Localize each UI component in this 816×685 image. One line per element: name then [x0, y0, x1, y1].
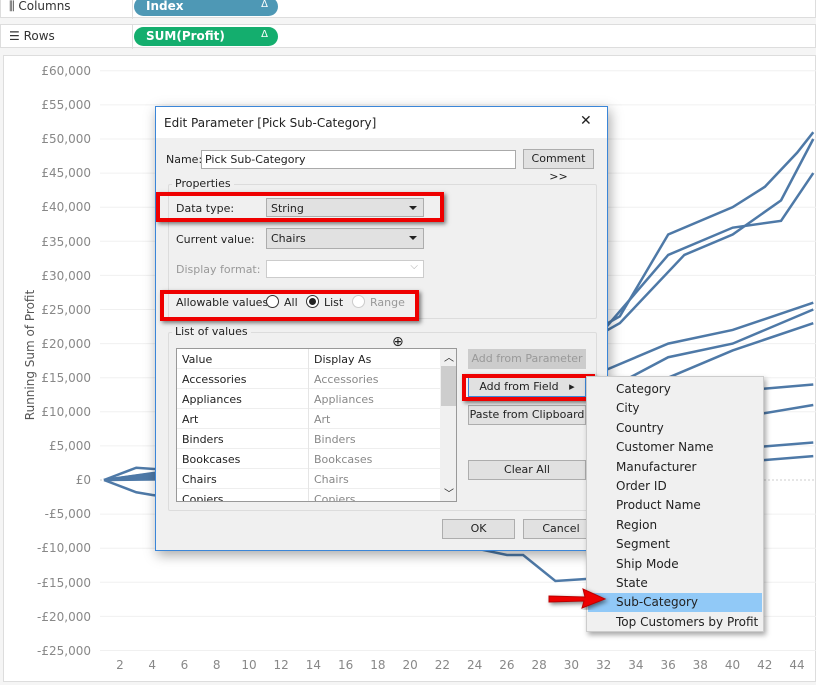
header-display-as: Display As	[314, 353, 372, 366]
display-format-label: Display format:	[176, 263, 261, 276]
button-label: Add from Parameter	[471, 352, 583, 365]
item-value: Accessories	[182, 373, 247, 386]
menu-item-order-id[interactable]: Order ID	[588, 477, 762, 496]
edit-parameter-dialog: Edit Parameter [Pick Sub-Category] ✕ Nam…	[155, 106, 608, 551]
item-display-as: Accessories	[314, 373, 379, 386]
item-display-as: Appliances	[314, 393, 374, 406]
chevron-down-icon: ⌵	[410, 261, 418, 272]
current-value: Chairs	[271, 232, 306, 245]
column-divider	[308, 349, 309, 501]
menu-item-manufacturer[interactable]: Manufacturer	[588, 458, 762, 477]
item-display-as: Art	[314, 413, 331, 426]
add-from-parameter-button: Add from Parameter ▸	[468, 349, 586, 383]
header-value: Value	[182, 353, 213, 366]
item-display-as: Binders	[314, 433, 356, 446]
highlight-box-add-from-field	[462, 374, 595, 401]
move-cursor-icon: ⊕	[392, 334, 404, 350]
menu-item-country[interactable]: Country	[588, 419, 762, 438]
scroll-up-icon[interactable]: ︿	[444, 349, 454, 364]
menu-item-customer-name[interactable]: Customer Name	[588, 438, 762, 457]
item-display-as: Copiers	[314, 493, 356, 502]
current-value-select[interactable]: Chairs	[266, 228, 424, 249]
dialog-title-bar[interactable]: Edit Parameter [Pick Sub-Category] ✕	[156, 107, 607, 138]
menu-item-product-name[interactable]: Product Name	[588, 496, 762, 515]
clear-all-button[interactable]: Clear All	[468, 460, 586, 480]
dialog-title: Edit Parameter [Pick Sub-Category]	[164, 116, 377, 130]
item-value: Appliances	[182, 393, 242, 406]
field-context-menu: Category City Country Customer Name Manufact…	[586, 376, 764, 632]
properties-legend: Properties	[172, 177, 234, 190]
scroll-down-icon[interactable]: ﹀	[444, 485, 454, 500]
item-value: Bookcases	[182, 453, 241, 466]
menu-item-segment[interactable]: Segment	[588, 535, 762, 554]
paste-from-clipboard-button[interactable]: Paste from Clipboard	[468, 405, 586, 425]
comment-button[interactable]: Comment >>	[523, 149, 594, 183]
name-label: Name:	[166, 153, 203, 166]
item-display-as: Bookcases	[314, 453, 373, 466]
list-of-values-legend: List of values	[172, 325, 251, 338]
menu-item-category[interactable]: Category	[588, 380, 762, 399]
menu-item-ship-mode[interactable]: Ship Mode	[588, 555, 762, 574]
display-format-select: ⌵	[266, 260, 424, 278]
menu-item-state[interactable]: State	[588, 574, 762, 593]
values-list[interactable]: Value Display As Accessories Accessories Ap…	[176, 348, 457, 502]
close-icon[interactable]: ✕	[580, 113, 592, 129]
dropdown-arrow-icon	[409, 236, 417, 240]
scrollbar[interactable]: ︿ ﹀	[440, 349, 456, 501]
item-value: Copiers	[182, 493, 224, 502]
item-value: Chairs	[182, 473, 217, 486]
red-arrow-icon	[548, 588, 607, 609]
item-value: Art	[182, 413, 199, 426]
menu-item-sub-category[interactable]: Sub-Category	[588, 593, 762, 613]
item-display-as: Chairs	[314, 473, 349, 486]
current-value-label: Current value:	[176, 233, 255, 246]
name-input[interactable]: Pick Sub-Category	[201, 150, 516, 169]
highlight-box-allowable-values	[160, 290, 419, 321]
scrollbar-thumb[interactable]	[441, 366, 456, 406]
ok-button[interactable]: OK	[442, 519, 515, 539]
menu-item-city[interactable]: City	[588, 399, 762, 418]
highlight-box-data-type	[156, 192, 444, 222]
menu-item-region[interactable]: Region	[588, 516, 762, 535]
menu-item-top-customers-by-profit[interactable]: Top Customers by Profit	[588, 613, 762, 632]
item-value: Binders	[182, 433, 224, 446]
